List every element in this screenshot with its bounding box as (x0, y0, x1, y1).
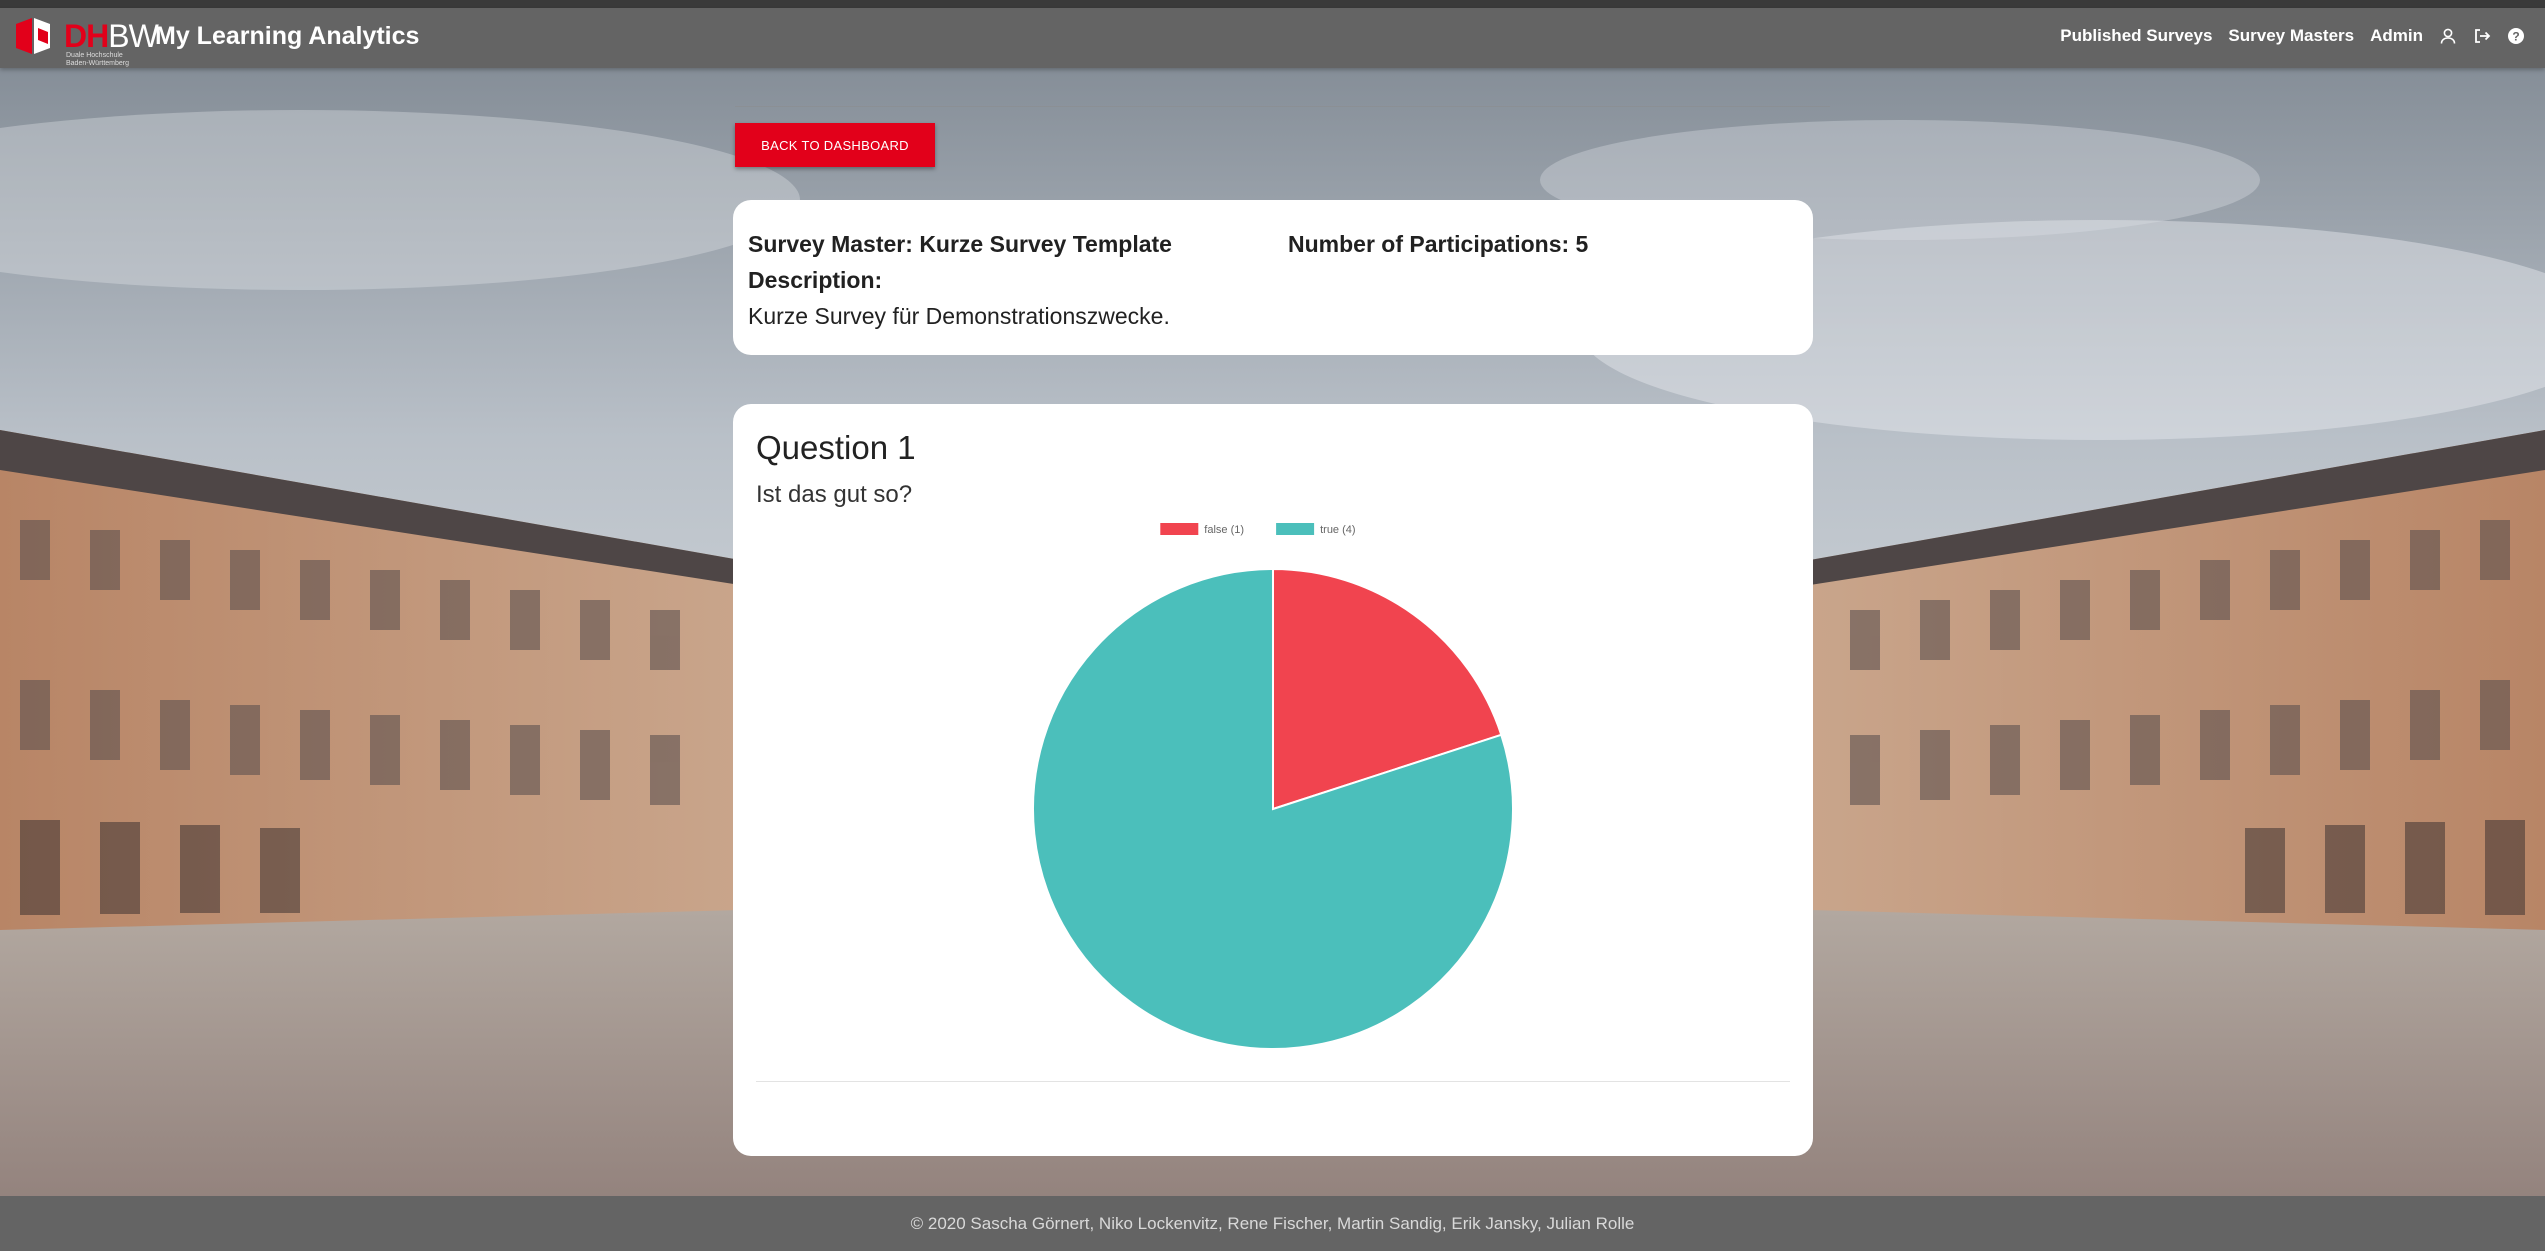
description-label: Description: (748, 267, 883, 293)
footer: © 2020 Sascha Görnert, Niko Lockenvitz, … (0, 1196, 2545, 1251)
logout-icon[interactable] (2473, 27, 2491, 45)
dhbw-logo[interactable]: DHBW Duale Hochschule Baden-Württemberg (14, 14, 159, 67)
legend-label: true (4) (1320, 524, 1355, 536)
nav-admin[interactable]: Admin (2370, 26, 2423, 46)
question-card: Question 1 Ist das gut so? false (1) true… (733, 404, 1813, 1156)
survey-master-label: Survey Master: (748, 231, 913, 257)
legend-swatch (1160, 523, 1199, 535)
footer-copyright: © 2020 Sascha Görnert, Niko Lockenvitz, … (910, 1213, 1635, 1233)
legend-swatch (1276, 523, 1315, 535)
app-title[interactable]: My Learning Analytics (155, 22, 419, 51)
question-title: Question 1 (756, 429, 916, 466)
logo-wordmark: DHBW (64, 18, 159, 54)
description-text: Kurze Survey für Demonstrationszwecke. (748, 303, 1170, 329)
question-text: Ist das gut so? (756, 481, 913, 508)
logo-subtitle: Duale Hochschule Baden-Württemberg (66, 52, 130, 67)
back-to-dashboard-button[interactable]: BACK TO DASHBOARD (735, 123, 935, 167)
survey-info-left: Survey Master: Kurze Survey Template Des… (748, 226, 1268, 334)
question-divider (756, 1081, 1790, 1082)
nav-published-surveys[interactable]: Published Surveys (2060, 26, 2212, 46)
legend-label: false (1) (1204, 524, 1244, 536)
pie-chart: false (1) true (4) (1032, 523, 1514, 1050)
user-icon[interactable] (2439, 27, 2457, 45)
legend-item[interactable]: false (1) (1160, 523, 1244, 536)
survey-master-line: Survey Master: Kurze Survey Template (748, 226, 1268, 262)
legend-item[interactable]: true (4) (1276, 523, 1356, 536)
navbar: DHBW Duale Hochschule Baden-Württemberg … (0, 8, 2545, 68)
participations-value: 5 (1575, 231, 1589, 257)
survey-info-card: Survey Master: Kurze Survey Template Des… (733, 200, 1813, 355)
survey-master-name: Kurze Survey Template (919, 231, 1172, 257)
dhbw-logo-mark-icon (16, 18, 50, 54)
top-strip (0, 0, 2545, 8)
help-icon[interactable]: ? (2507, 27, 2525, 45)
nav-menu: Published Surveys Survey Masters Admin ? (2060, 26, 2525, 46)
pie-chart-container: false (1) true (4) (733, 514, 1813, 1054)
svg-text:?: ? (2512, 30, 2519, 44)
participations-label: Number of Participations: (1288, 231, 1570, 257)
nav-survey-masters[interactable]: Survey Masters (2228, 26, 2354, 46)
content-divider (735, 106, 1830, 107)
participations-line: Number of Participations: 5 (1288, 226, 1588, 262)
